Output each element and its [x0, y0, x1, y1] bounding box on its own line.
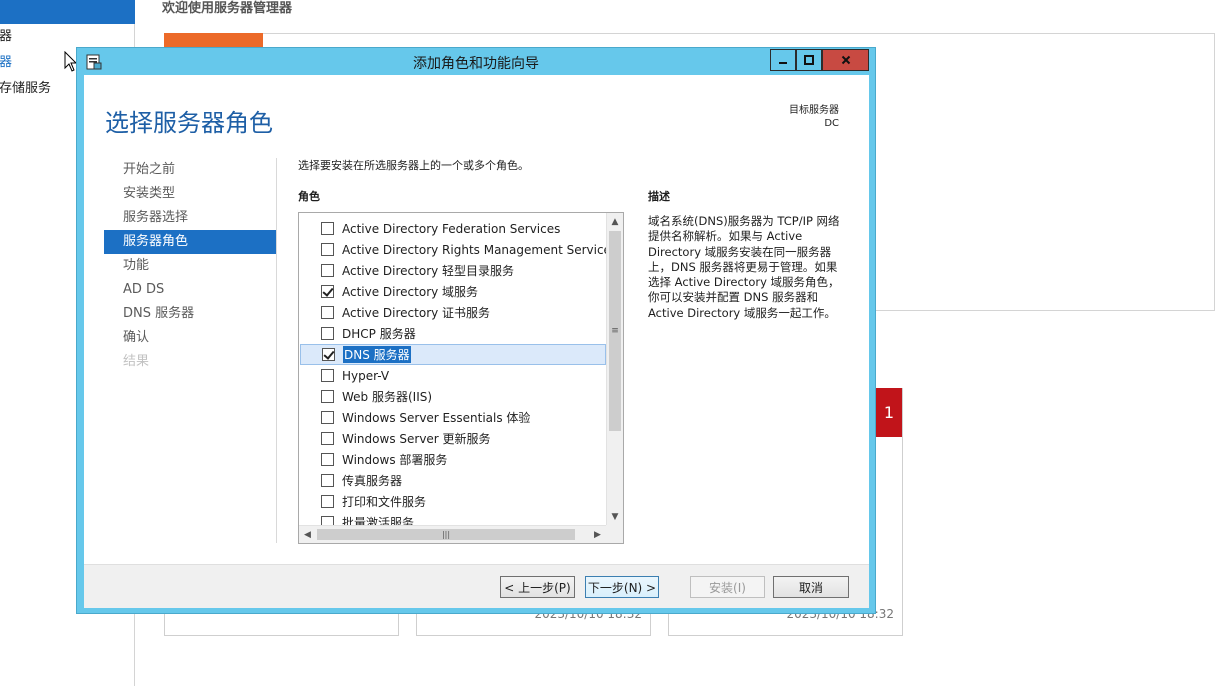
wizard-client-area: 选择服务器角色 目标服务器 DC 开始之前 安装类型 服务器选择 服务器角色 功… — [84, 75, 869, 608]
step-ad-ds[interactable]: AD DS — [104, 278, 276, 302]
role-row[interactable]: 批量激活服务 — [300, 512, 606, 525]
instruction-text: 选择要安装在所选服务器上的一个或多个角色。 — [298, 159, 529, 172]
scroll-right-arrow-icon[interactable]: ▶ — [589, 526, 606, 543]
step-server-selection[interactable]: 服务器选择 — [104, 206, 276, 230]
cancel-button[interactable]: 取消 — [773, 576, 849, 598]
scrollbar-corner — [606, 525, 623, 543]
role-checkbox[interactable] — [321, 327, 334, 340]
role-label: Hyper-V — [342, 368, 390, 383]
grip-icon: ||| — [441, 530, 451, 539]
role-row[interactable]: 打印和文件服务 — [300, 491, 606, 512]
role-label: Active Directory Rights Management Servi… — [342, 242, 607, 257]
minimize-icon — [779, 62, 787, 64]
role-row[interactable]: Hyper-V — [300, 365, 606, 386]
role-checkbox[interactable] — [321, 264, 334, 277]
alert-count-badge[interactable]: 1 — [876, 388, 902, 437]
close-button[interactable] — [822, 49, 869, 71]
nav-item-local-server[interactable]: 务器 — [0, 26, 135, 48]
step-confirmation[interactable]: 确认 — [104, 326, 276, 350]
role-label: 打印和文件服务 — [342, 495, 427, 509]
role-label: Windows 部署服务 — [342, 453, 448, 467]
role-label: 传真服务器 — [342, 474, 403, 488]
role-label: Active Directory 轻型目录服务 — [342, 264, 515, 278]
role-checkbox[interactable] — [321, 306, 334, 319]
vertical-scroll-thumb[interactable]: ≡ — [609, 231, 621, 431]
add-roles-wizard-dialog: 添加角色和功能向导 选择服务器角色 目标服务器 DC 开始之前 安装类型 服务器… — [76, 47, 876, 614]
step-results: 结果 — [123, 354, 150, 369]
scroll-down-arrow-icon[interactable]: ▼ — [607, 508, 623, 525]
window-title: 添加角色和功能向导 — [413, 56, 539, 72]
role-checkbox[interactable] — [321, 432, 334, 445]
role-checkbox[interactable] — [321, 495, 334, 508]
role-label: DNS 服务器 — [343, 346, 411, 363]
welcome-title: 欢迎使用服务器管理器 — [162, 1, 293, 16]
roles-list: Active Directory Federation Services Acti… — [299, 213, 607, 525]
install-button: 安装(I) — [690, 576, 765, 598]
maximize-icon — [804, 55, 814, 65]
step-before-you-begin[interactable]: 开始之前 — [104, 158, 276, 182]
previous-button[interactable]: < 上一步(P) — [500, 576, 575, 598]
maximize-button[interactable] — [796, 49, 822, 71]
minimize-button[interactable] — [770, 49, 796, 71]
horizontal-scroll-thumb[interactable]: ||| — [317, 529, 575, 540]
step-features[interactable]: 功能 — [104, 254, 276, 278]
role-row[interactable]: Web 服务器(IIS) — [300, 386, 606, 407]
scroll-up-arrow-icon[interactable]: ▲ — [607, 213, 623, 230]
next-button[interactable]: 下一步(N) > — [585, 576, 659, 598]
role-checkbox[interactable] — [321, 453, 334, 466]
role-row[interactable]: 传真服务器 — [300, 470, 606, 491]
role-row[interactable]: Active Directory 轻型目录服务 — [300, 260, 606, 281]
role-label: Web 服务器(IIS) — [342, 390, 433, 404]
description-heading: 描述 — [648, 190, 670, 203]
nav-item-dashboard[interactable] — [0, 0, 135, 24]
horizontal-scrollbar[interactable]: ◀ ||| ▶ — [299, 525, 623, 543]
role-row[interactable]: Active Directory Federation Services — [300, 218, 606, 239]
role-label: DHCP 服务器 — [342, 327, 416, 341]
page-title: 选择服务器角色 — [105, 109, 273, 137]
role-label: Windows Server Essentials 体验 — [342, 411, 531, 425]
role-checkbox[interactable] — [322, 348, 335, 361]
step-server-roles[interactable]: 服务器角色 — [104, 230, 276, 254]
destination-server: 目标服务器 DC — [789, 104, 839, 130]
vertical-scrollbar[interactable]: ▲ ≡ ▼ — [606, 213, 623, 525]
role-row[interactable]: Windows Server 更新服务 — [300, 428, 606, 449]
destination-server-label: 目标服务器 — [789, 105, 839, 116]
role-row[interactable]: DHCP 服务器 — [300, 323, 606, 344]
role-checkbox[interactable] — [321, 474, 334, 487]
role-row[interactable]: Windows Server Essentials 体验 — [300, 407, 606, 428]
scroll-left-arrow-icon[interactable]: ◀ — [299, 526, 316, 543]
close-icon — [841, 55, 850, 65]
role-label: Active Directory Federation Services — [342, 221, 561, 236]
role-checkbox[interactable] — [321, 285, 334, 298]
wizard-footer: < 上一步(P) 下一步(N) > 安装(I) 取消 — [84, 564, 869, 608]
role-checkbox[interactable] — [321, 222, 334, 235]
role-row[interactable]: Windows 部署服务 — [300, 449, 606, 470]
role-label: Active Directory 域服务 — [342, 285, 479, 299]
role-description: 域名系统(DNS)服务器为 TCP/IP 网络提供名称解析。如果与 Active… — [648, 214, 840, 320]
role-row[interactable]: Active Directory Rights Management Servi… — [300, 239, 607, 260]
role-label: Windows Server 更新服务 — [342, 432, 491, 446]
role-checkbox[interactable] — [321, 369, 334, 382]
step-installation-type[interactable]: 安装类型 — [104, 182, 276, 206]
role-checkbox[interactable] — [321, 516, 334, 525]
role-checkbox[interactable] — [321, 411, 334, 424]
wizard-steps-nav: 开始之前 安装类型 服务器选择 服务器角色 功能 AD DS DNS 服务器 确… — [104, 158, 276, 374]
role-row[interactable]: DNS 服务器 — [300, 344, 606, 365]
title-bar[interactable]: 添加角色和功能向导 — [77, 48, 875, 75]
role-row[interactable]: Active Directory 证书服务 — [300, 302, 606, 323]
role-row[interactable]: Active Directory 域服务 — [300, 281, 606, 302]
roles-heading: 角色 — [298, 190, 320, 203]
roles-listbox[interactable]: Active Directory Federation Services Acti… — [298, 212, 624, 544]
role-label: 批量激活服务 — [342, 516, 415, 525]
role-label: Active Directory 证书服务 — [342, 306, 491, 320]
role-checkbox[interactable] — [321, 390, 334, 403]
step-dns-server[interactable]: DNS 服务器 — [104, 302, 276, 326]
destination-server-value: DC — [824, 118, 839, 129]
steps-divider — [276, 158, 277, 543]
grip-icon: ≡ — [611, 326, 619, 336]
role-checkbox[interactable] — [321, 243, 334, 256]
